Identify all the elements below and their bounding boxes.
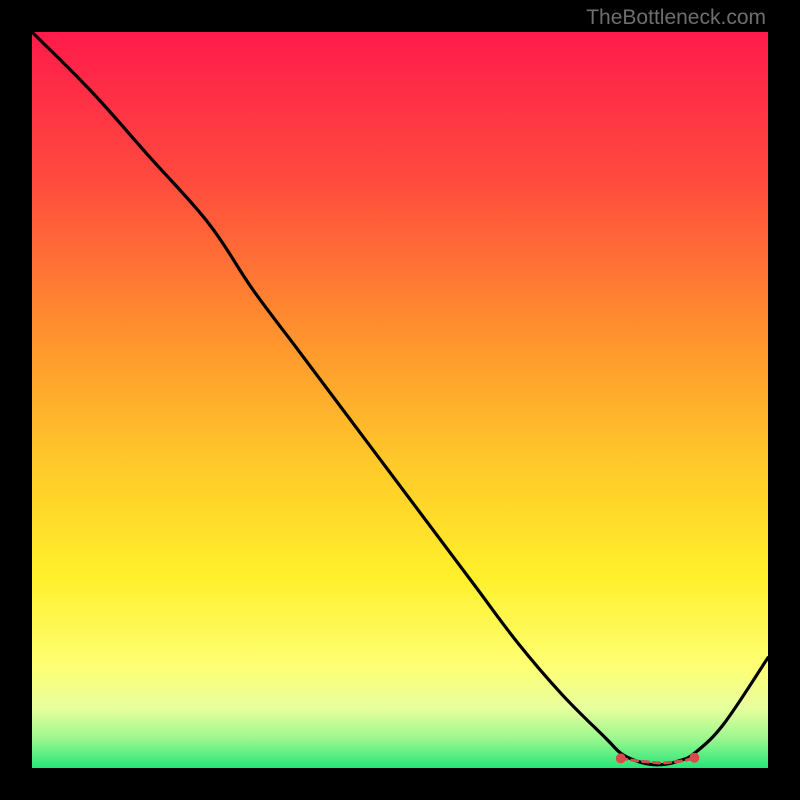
watermark-text: TheBottleneck.com [586,6,766,30]
chart-background [32,32,768,768]
chart-frame [32,32,768,768]
chart-svg [32,32,768,768]
